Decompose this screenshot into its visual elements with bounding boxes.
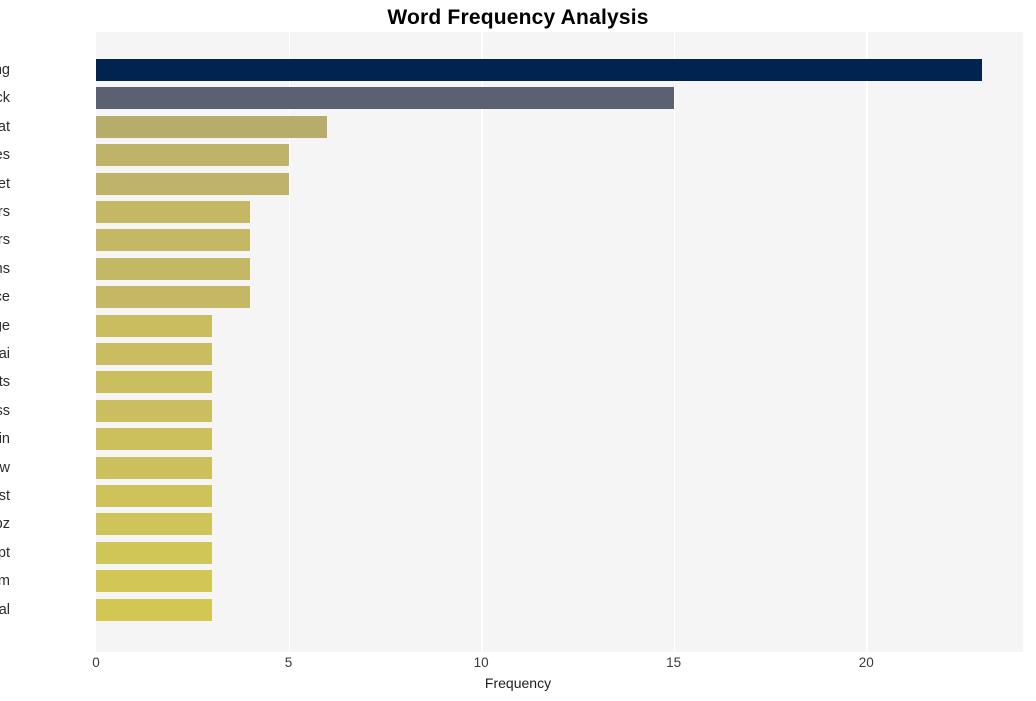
y-axis-label: process: [0, 402, 10, 419]
y-axis-label: leverage: [0, 317, 10, 334]
bar: [96, 286, 251, 309]
bar: [96, 485, 212, 507]
y-axis-label: attempt: [0, 544, 10, 561]
y-axis-label: target: [0, 175, 10, 192]
plot-area: [96, 32, 1023, 652]
y-axis-label: phishing: [0, 62, 10, 78]
bar: [96, 201, 251, 223]
y-axis-label: actors: [0, 204, 10, 220]
y-axis-label: platforms: [0, 260, 10, 277]
y-axis-label: trust: [0, 488, 10, 504]
bar: [96, 87, 674, 110]
bar: [96, 570, 212, 593]
x-axis-title: Frequency: [484, 675, 552, 691]
x-tick-label: 20: [858, 655, 874, 670]
bar: [96, 541, 212, 564]
bar: [96, 172, 289, 195]
y-axis-label: grow: [0, 459, 10, 476]
bars-layer: [96, 32, 1023, 652]
bar: [96, 513, 212, 536]
bar: [96, 115, 328, 138]
x-tick-label: 10: [473, 655, 489, 670]
y-axis-label: countries: [0, 147, 10, 164]
bar: [96, 144, 289, 167]
bar: [96, 229, 251, 252]
word-frequency-chart: Word Frequency Analysis phishing attack th…: [0, 0, 1036, 701]
y-axis-label: remain: [0, 431, 10, 448]
y-axis-label: aspects: [0, 374, 10, 391]
bar: [96, 399, 212, 422]
chart-title: Word Frequency Analysis: [387, 6, 649, 29]
y-axis-label: scam: [0, 573, 10, 590]
x-tick-label: 5: [284, 655, 293, 670]
x-tick-label: 15: [666, 655, 682, 670]
y-axis-label: threat: [0, 118, 10, 135]
y-axis-label: experience: [0, 289, 10, 306]
bar: [96, 371, 212, 394]
y-axis-label: attack: [0, 90, 10, 107]
x-tick-label: 0: [92, 655, 100, 670]
y-axis-label: users: [0, 232, 10, 249]
bar: [96, 314, 212, 337]
bar: [96, 257, 251, 280]
y-axis-label: digital: [0, 601, 10, 618]
bar: [96, 598, 212, 621]
bar: [96, 456, 212, 479]
y-axis-label: genai: [0, 346, 10, 362]
y-axis-label: threatlabz: [0, 516, 10, 533]
bar: [96, 343, 212, 365]
bar: [96, 59, 982, 81]
bar: [96, 428, 212, 451]
